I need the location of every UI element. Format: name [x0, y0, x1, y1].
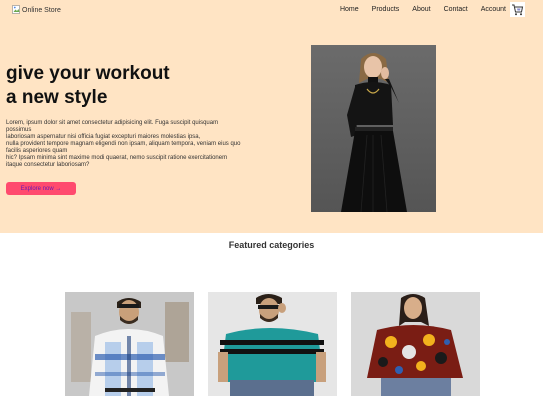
category-card[interactable]: [65, 292, 194, 396]
cart-icon[interactable]: [510, 2, 525, 17]
category-card[interactable]: [208, 292, 337, 396]
logo[interactable]: Online Store: [12, 5, 61, 15]
nav-link-home[interactable]: Home: [340, 6, 359, 13]
hero-text-line: nulla provident tempore magnam eligendi …: [6, 141, 241, 147]
hero-text-line: laboriosam aspernatur nisi officia fugia…: [6, 134, 201, 140]
nav-links: Home Products About Contact Account: [340, 6, 506, 13]
hero-title-line-1: give your workout: [6, 63, 170, 84]
nav-link-about[interactable]: About: [412, 6, 430, 13]
nav-link-contact[interactable]: Contact: [444, 6, 468, 13]
hero-text-line: itaque consectetur laboriosam?: [6, 162, 90, 168]
page: Online Store Home Products About Contact…: [0, 0, 543, 407]
hero-text-line: Lorem, ipsum dolor sit amet consectetur …: [6, 120, 219, 126]
hero-section: [0, 0, 543, 233]
nav-link-account[interactable]: Account: [481, 6, 506, 13]
nav-link-products[interactable]: Products: [372, 6, 400, 13]
broken-image-icon: [12, 5, 20, 14]
logo-alt-text: Online Store: [22, 6, 61, 14]
hero-text-line: facilis asperiores quam: [6, 148, 68, 154]
hero-text-line: hic? Ipsam minima sint maxime modi quaer…: [6, 155, 228, 161]
hero-description: Lorem, ipsum dolor sit amet consectetur …: [6, 120, 296, 169]
hero-title: give your workout a new style: [6, 62, 170, 110]
hero-model-image: [311, 45, 436, 212]
navbar: Online Store Home Products About Contact…: [0, 0, 543, 22]
category-card[interactable]: [351, 292, 480, 396]
hero-text-line: possimus: [6, 127, 32, 133]
featured-categories-title: Featured categories: [228, 240, 315, 250]
explore-now-button[interactable]: Explore now →: [6, 182, 76, 195]
hero-title-line-2: a new style: [6, 87, 108, 108]
